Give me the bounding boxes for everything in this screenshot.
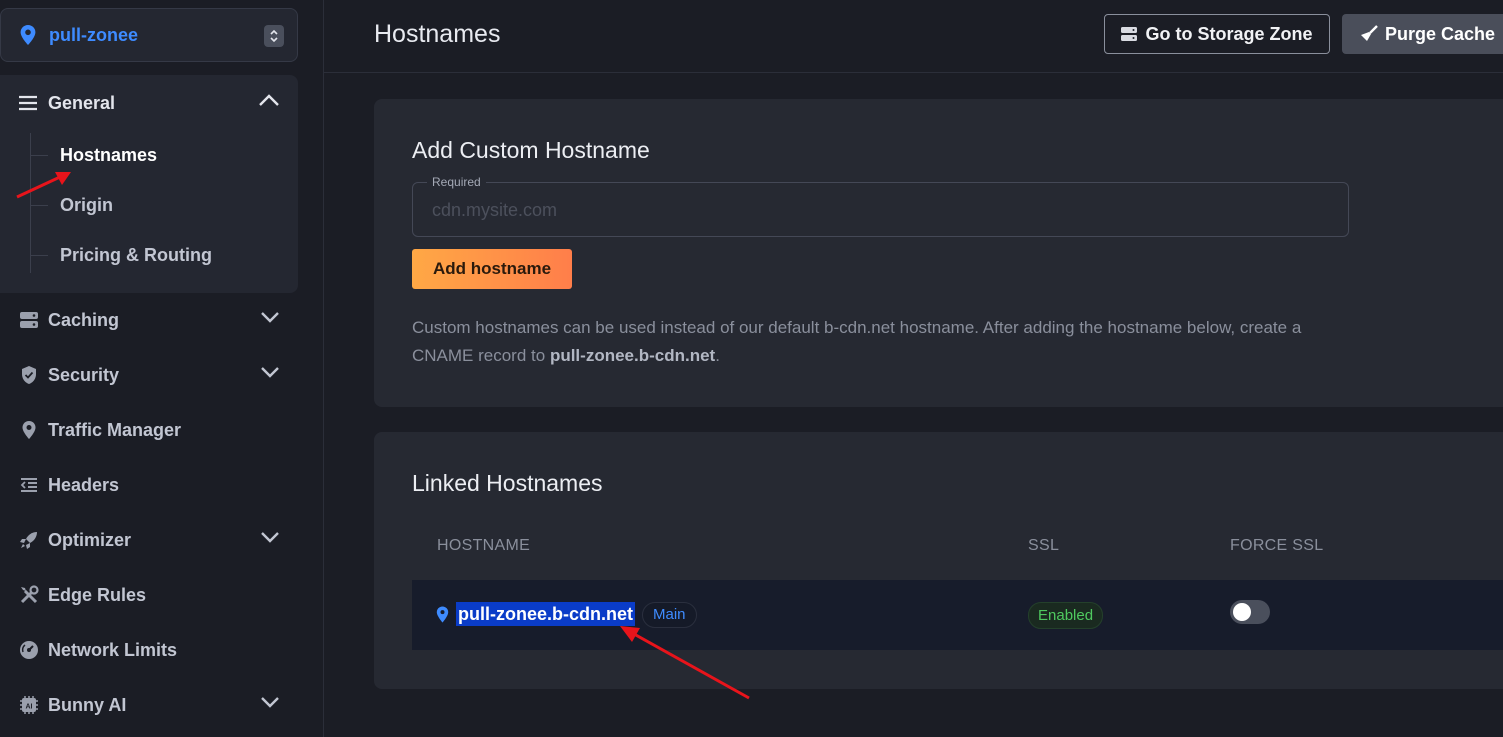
go-to-storage-zone-button[interactable]: Go to Storage Zone: [1104, 14, 1330, 54]
pull-zone-name: pull-zonee: [49, 24, 138, 45]
sidebar-item-bunny-ai[interactable]: AI Bunny AI: [18, 692, 280, 718]
location-pin-icon: [436, 606, 449, 623]
card-title: Linked Hostnames: [412, 470, 603, 496]
sidebar-item-label: Edge Rules: [48, 584, 147, 605]
sidebar-item-caching[interactable]: Caching: [18, 307, 280, 333]
help-text: Custom hostnames can be used instead of …: [412, 314, 1352, 370]
sidebar-item-security[interactable]: Security: [18, 362, 280, 388]
page-title: Hostnames: [374, 20, 501, 48]
sidebar-item-headers[interactable]: Headers: [18, 472, 280, 498]
purge-cache-button[interactable]: Purge Cache: [1342, 14, 1503, 54]
sidebar: pull-zonee General Hostnames Origin Pric…: [0, 0, 324, 737]
sidebar-item-origin[interactable]: Origin: [60, 195, 113, 216]
menu-icon: [19, 95, 37, 111]
force-ssl-toggle[interactable]: [1230, 600, 1270, 624]
tree-line: [30, 133, 31, 273]
chevron-up-icon[interactable]: [258, 93, 280, 107]
chevron-down-icon[interactable]: [260, 366, 280, 378]
add-hostname-button[interactable]: Add hostname: [412, 249, 572, 289]
help-text-suffix: .: [715, 346, 720, 365]
sidebar-item-pricing-routing[interactable]: Pricing & Routing: [60, 245, 212, 266]
sidebar-item-label: Traffic Manager: [48, 419, 182, 440]
tree-tick: [30, 255, 48, 256]
chevron-down-icon[interactable]: [260, 311, 280, 323]
rocket-icon: [18, 529, 40, 551]
general-group: General Hostnames Origin Pricing & Routi…: [0, 75, 298, 293]
help-text-prefix: Custom hostnames can be used instead of …: [412, 318, 1302, 365]
tree-tick: [30, 155, 48, 156]
pull-zone-selector[interactable]: pull-zonee: [0, 8, 298, 62]
linked-hostnames-card: Linked Hostnames HOSTNAME SSL FORCE SSL …: [374, 432, 1503, 689]
add-custom-hostname-card: Add Custom Hostname Required Add hostnam…: [374, 99, 1503, 407]
sidebar-item-label: Headers: [48, 474, 120, 495]
sidebar-item-hostnames[interactable]: Hostnames: [60, 145, 157, 166]
sidebar-item-label: Network Limits: [48, 639, 178, 660]
indent-lines-icon: [18, 474, 40, 496]
shield-icon: [18, 364, 40, 386]
main-badge: Main: [642, 602, 697, 628]
hostname-link[interactable]: pull-zonee.b-cdn.net: [456, 602, 635, 626]
sidebar-item-network-limits[interactable]: Network Limits: [18, 637, 280, 663]
general-label: General: [48, 92, 116, 113]
general-toggle[interactable]: General: [18, 91, 115, 115]
ssl-status-badge: Enabled: [1028, 602, 1104, 629]
storage-button-label: Go to Storage Zone: [1145, 23, 1313, 44]
sidebar-item-label: Optimizer: [48, 529, 132, 550]
toggle-knob: [1233, 603, 1251, 621]
sidebar-item-label: Caching: [48, 309, 120, 330]
hostname-field: Required: [412, 175, 1349, 237]
location-pin-icon: [18, 419, 40, 441]
chevron-up-down-icon[interactable]: [264, 25, 284, 47]
sidebar-item-optimizer[interactable]: Optimizer: [18, 527, 280, 553]
table-row[interactable]: pull-zonee.b-cdn.net Main Enabled: [412, 580, 1503, 650]
column-header-hostname: HOSTNAME: [437, 537, 531, 554]
location-pin-icon: [20, 25, 36, 45]
chevron-down-icon[interactable]: [260, 531, 280, 543]
svg-text:AI: AI: [26, 704, 33, 711]
tools-icon: [18, 584, 40, 606]
column-header-force-ssl: FORCE SSL: [1230, 537, 1324, 554]
hostname-input[interactable]: [413, 183, 1348, 236]
tree-tick: [30, 205, 48, 206]
sidebar-item-traffic-manager[interactable]: Traffic Manager: [18, 417, 280, 443]
top-bar: Hostnames Go to Storage Zone Purge Cache: [324, 0, 1503, 73]
purge-button-label: Purge Cache: [1385, 23, 1496, 44]
sidebar-item-label: Security: [48, 364, 120, 385]
cname-target: pull-zonee.b-cdn.net: [549, 346, 716, 365]
storage-icon: [1121, 27, 1138, 41]
gauge-icon: [18, 639, 40, 661]
server-icon: [18, 309, 40, 331]
chevron-down-icon[interactable]: [260, 696, 280, 708]
card-title: Add Custom Hostname: [412, 137, 650, 163]
broom-icon: [1361, 25, 1378, 41]
ai-chip-icon: AI: [18, 694, 40, 716]
sidebar-item-label: Bunny AI: [48, 694, 127, 715]
sidebar-item-edge-rules[interactable]: Edge Rules: [18, 582, 280, 608]
column-header-ssl: SSL: [1028, 537, 1060, 554]
